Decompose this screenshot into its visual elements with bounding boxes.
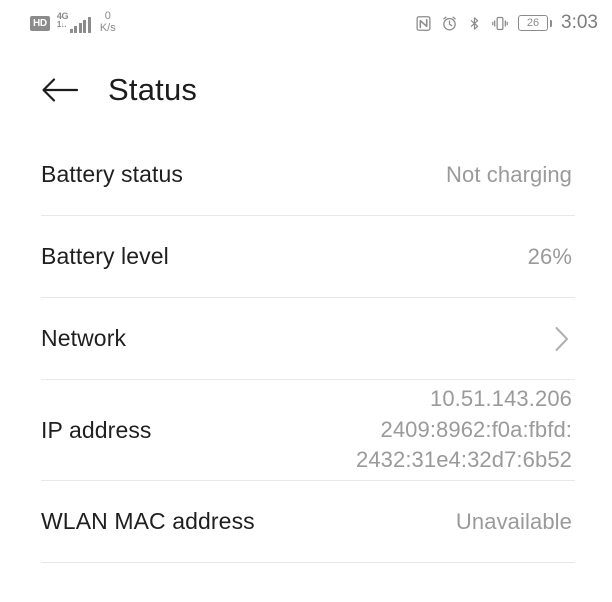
page-title: Status [108,72,198,107]
list-item-battery-level[interactable]: Battery level 26% [0,216,612,297]
row-label: IP address [41,416,152,443]
divider [41,562,575,563]
phone-screen: HD 4G 1↓. 0 K/s 26 3:03 Status Battery s… [0,0,612,602]
row-value: Unavailable [455,508,572,534]
list-item-network[interactable]: Network [0,298,612,379]
status-bar-left: HD 4G 1↓. 0 K/s [30,11,116,34]
list-item-ip-address[interactable]: IP address 10.51.143.206 2409:8962:f0a:f… [0,380,612,480]
bluetooth-icon [467,15,482,32]
alarm-icon [441,15,458,32]
signal-bars-icon [69,17,91,33]
hd-voice-icon: HD [30,15,50,31]
network-speed-indicator: 0 K/s [100,11,116,34]
list-item-battery-status[interactable]: Battery status Not charging [0,134,612,215]
app-header: Status [0,46,612,134]
battery-icon: 26 [518,15,553,31]
battery-cap [549,19,553,27]
network-activity-label: 1↓. [56,20,67,29]
row-label: Network [41,325,127,351]
chevron-right-icon [554,325,572,353]
row-value: 10.51.143.206 2409:8962:f0a:fbfd: 2432:3… [355,386,572,473]
back-arrow-icon [42,78,79,102]
status-bar-right: 26 3:03 [415,12,598,34]
network-speed-unit: K/s [99,22,116,34]
battery-body: 26 [518,15,549,31]
list-item-wlan-mac-address[interactable]: WLAN MAC address Unavailable [0,481,612,562]
nfc-icon [415,15,432,32]
row-label: Battery level [41,243,169,269]
battery-level-text: 26 [526,16,540,29]
signal-strength-icon: 4G 1↓. [56,12,91,33]
back-button[interactable] [41,70,81,110]
row-label: WLAN MAC address [41,508,255,534]
row-value: Not charging [446,161,572,187]
status-bar-clock: 3:03 [561,12,598,33]
status-bar: HD 4G 1↓. 0 K/s 26 3:03 [0,0,612,46]
status-list: Battery status Not charging Battery leve… [0,134,612,563]
row-value: 26% [527,243,572,269]
vibrate-icon [491,15,509,32]
row-label: Battery status [41,161,184,187]
